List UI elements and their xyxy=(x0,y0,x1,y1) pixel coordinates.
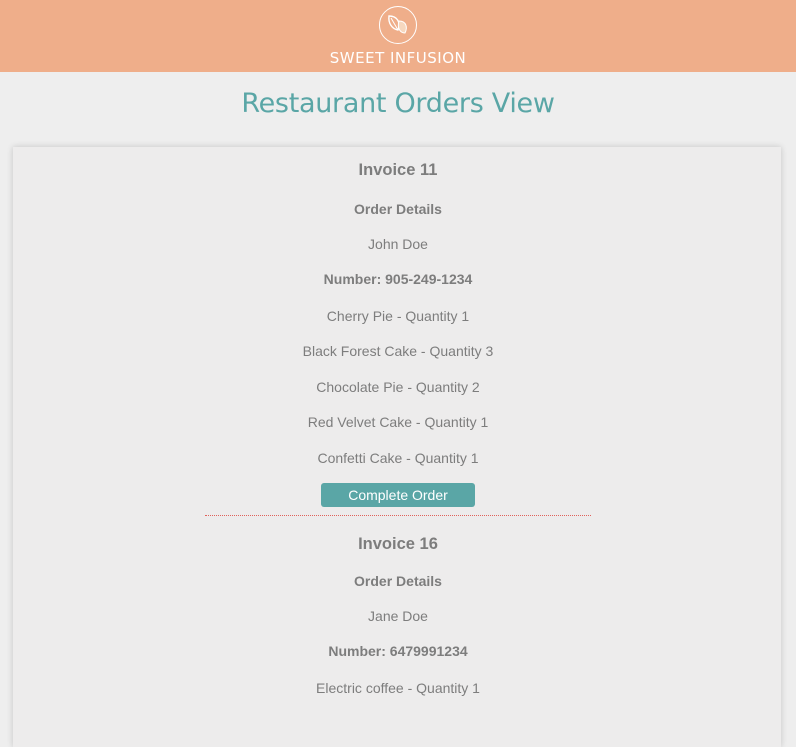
order-item: Black Forest Cake - Quantity 3 xyxy=(302,343,494,359)
order-item: Confetti Cake - Quantity 1 xyxy=(317,450,479,466)
order-item: Red Velvet Cake - Quantity 1 xyxy=(307,414,489,430)
complete-order-button[interactable]: Complete Order xyxy=(321,483,475,507)
customer-name: John Doe xyxy=(368,236,428,252)
order-details-heading: Order Details xyxy=(354,201,442,217)
invoice-title: Invoice 16 xyxy=(358,535,438,553)
header-bar: SWEET INFUSION xyxy=(0,0,796,72)
order-details-heading: Order Details xyxy=(354,573,442,589)
order-divider xyxy=(205,515,591,516)
leaf-logo-icon[interactable] xyxy=(379,6,417,44)
order-item: Cherry Pie - Quantity 1 xyxy=(326,308,470,324)
order-item: Electric coffee - Quantity 1 xyxy=(316,680,480,696)
brand-name: SWEET INFUSION xyxy=(329,49,467,67)
invoice-title: Invoice 11 xyxy=(358,161,438,179)
order-item: Chocolate Pie - Quantity 2 xyxy=(316,379,480,395)
customer-name: Jane Doe xyxy=(368,608,428,624)
page-title: Restaurant Orders View xyxy=(241,88,555,119)
phone-number: Number: 6479991234 xyxy=(328,643,468,659)
phone-number: Number: 905-249-1234 xyxy=(323,271,473,287)
